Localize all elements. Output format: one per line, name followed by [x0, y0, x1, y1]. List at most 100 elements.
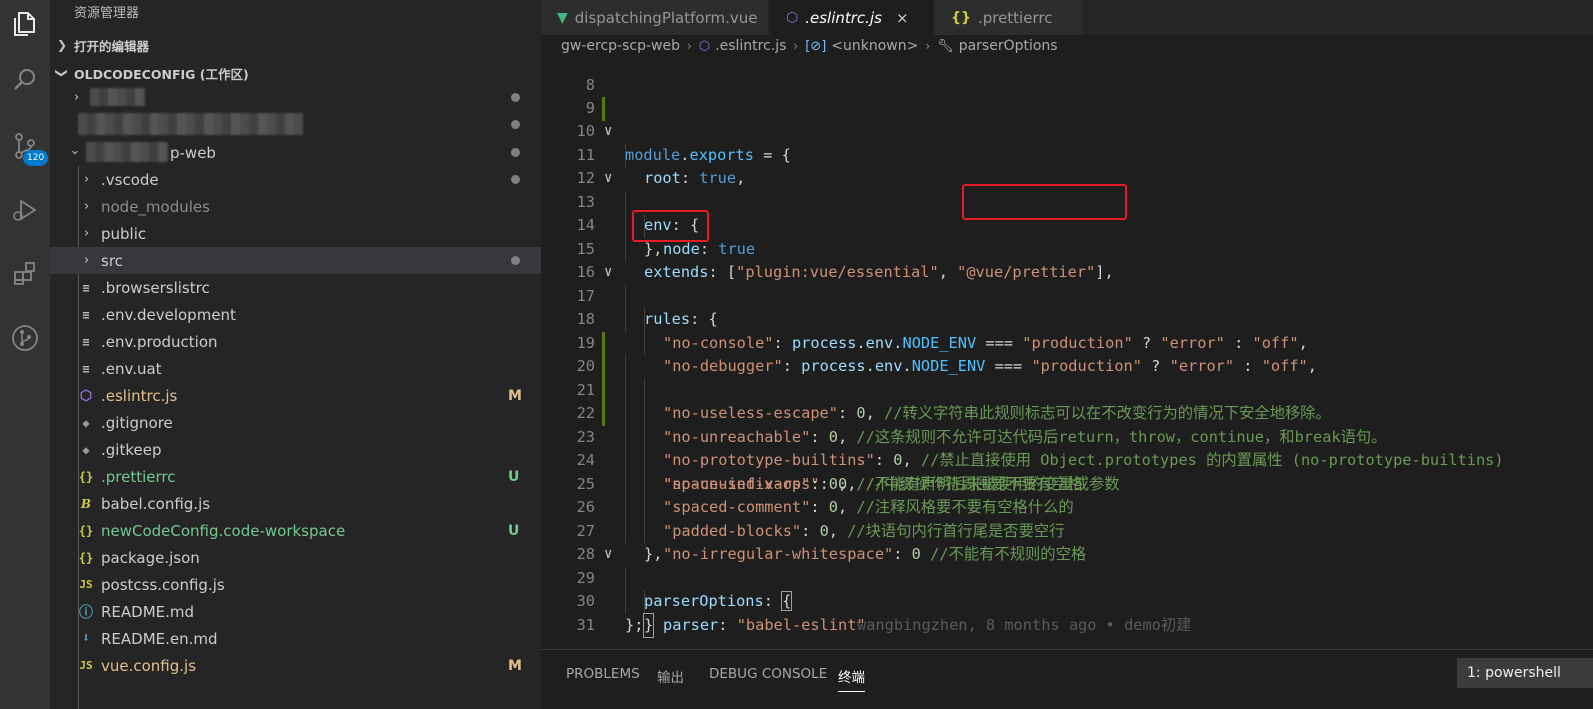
bottom-panel: PROBLEMS 输出 DEBUG CONSOLE 终端 1: powershe…	[541, 649, 1593, 709]
code-line: 24 "padded-blocks": 0, //块语句内行首行尾是否要空行	[576, 451, 1065, 540]
sidebar-title: 资源管理器	[74, 6, 140, 21]
tree-item-prettierrc[interactable]: {} .prettierrc U	[50, 463, 541, 490]
code-line: 10 root: true,	[576, 122, 746, 187]
tree-item-readme[interactable]: ⓘ README.md	[50, 598, 541, 625]
code-line: 30 };	[576, 592, 644, 634]
tree-item-node-modules[interactable]: › node_modules	[50, 193, 541, 220]
git-status-untracked: U	[508, 522, 520, 539]
chevron-right-icon: ›	[74, 90, 80, 105]
tab-problems[interactable]: PROBLEMS	[566, 666, 640, 682]
wrench-icon: 🔧︎	[937, 38, 954, 54]
tree-item-env-production[interactable]: ≡ .env.production	[50, 328, 541, 355]
tree-item-postcss-config[interactable]: JS postcss.config.js	[50, 571, 541, 598]
activity-bar: 120	[0, 0, 50, 709]
chevron-right-icon: ›	[84, 226, 90, 241]
tree-item-babel-config[interactable]: B babel.config.js	[50, 490, 541, 517]
code-line: 21 "no-unused-vars": 0, //不能有声明后未被使用的变量或…	[576, 380, 1120, 493]
tree-item-readme-en[interactable]: ⬇ README.en.md	[50, 625, 541, 652]
chevron-right-icon: ›	[925, 39, 931, 53]
highlight-box-vue-prettier	[962, 184, 1127, 220]
tree-item-vscode[interactable]: › .vscode	[50, 166, 541, 193]
tree-item-browserslistrc[interactable]: ≡ .browserslistrc	[50, 274, 541, 301]
run-debug-icon[interactable]	[0, 186, 50, 234]
tree-folder-project[interactable]: › p-web	[50, 139, 541, 166]
eslint-icon: ⬡	[786, 9, 799, 26]
code-editor[interactable]: 8 9 ∨ module.exports = { 10 root: true, …	[541, 57, 1593, 649]
code-line: 9 ∨ module.exports = {	[585, 98, 791, 164]
modified-dot	[511, 148, 520, 157]
tab-terminal[interactable]: 终端	[838, 666, 865, 692]
tree-item-eslintrc[interactable]: ⬡ .eslintrc.js M	[50, 382, 541, 409]
redacted-name	[78, 113, 303, 135]
scm-badge: 120	[23, 150, 49, 166]
tree-folder-redacted-1[interactable]: ›	[50, 84, 541, 111]
lines-icon: ≡	[82, 280, 90, 295]
tree-item-env-development[interactable]: ≡ .env.development	[50, 301, 541, 328]
code-line: 27 ∨ parserOptions: { wangbingzhen, 8 mo…	[541, 496, 1593, 634]
breadcrumb-root[interactable]: gw-ercp-scp-web	[561, 38, 680, 54]
chevron-right-icon: ›	[686, 39, 692, 53]
code-line: 18 "no-useless-escape": 0, //转义字符串此规则标志可…	[576, 310, 1331, 422]
source-control-icon[interactable]: 120	[0, 122, 50, 170]
git-graph-icon[interactable]	[0, 314, 50, 362]
tree-item-src[interactable]: › src	[50, 247, 541, 274]
braces-icon: {}	[78, 469, 94, 484]
redacted-name	[86, 142, 168, 162]
tab-debug-console[interactable]: DEBUG CONSOLE	[709, 666, 827, 682]
js-icon: JS	[79, 659, 93, 672]
braces-icon: {}	[951, 9, 971, 26]
modified-dot	[511, 175, 520, 184]
eslint-icon: ⬡	[79, 387, 93, 404]
tree-item-env-uat[interactable]: ≡ .env.uat	[50, 355, 541, 382]
breadcrumb-file[interactable]: .eslintrc.js	[715, 38, 786, 54]
eslint-icon: ⬡	[698, 38, 711, 54]
tab-dispatching-platform[interactable]: ▼ dispatchingPlatform.vue	[541, 0, 769, 35]
workspace-section[interactable]: ❯ OLDCODECONFIG (工作区)	[50, 61, 541, 85]
tree-item-vue-config[interactable]: JS vue.config.js M	[50, 652, 541, 679]
project-name-suffix: p-web	[170, 143, 216, 162]
git-status-modified: M	[508, 657, 522, 674]
tree-item-gitignore[interactable]: ◆ .gitignore	[50, 409, 541, 436]
tree-item-workspace-file[interactable]: {} newCodeConfig.code-workspace U	[50, 517, 541, 544]
git-status-modified: M	[508, 387, 522, 404]
lines-icon: ≡	[82, 334, 90, 349]
tab-prettierrc[interactable]: {} .prettierrc	[935, 0, 1083, 35]
chevron-down-icon: ❯	[55, 67, 69, 79]
symbol-variable-icon: [⊘]	[805, 38, 827, 54]
code-line: 17 "no-debugger": process.env.NODE_ENV =…	[576, 286, 1317, 376]
extensions-icon[interactable]	[0, 250, 50, 298]
tree-item-gitkeep[interactable]: ◆ .gitkeep	[50, 436, 541, 463]
breadcrumb: gw-ercp-scp-web › ⬡ .eslintrc.js › [⊘] <…	[541, 35, 1593, 57]
terminal-select[interactable]: 1: powershell	[1457, 658, 1593, 688]
explorer-icon[interactable]	[0, 0, 50, 48]
code-line: 19 "no-unreachable": 0, //这条规则不允许可达代码后re…	[576, 333, 1387, 446]
vue-icon: ▼	[557, 9, 568, 26]
info-icon: ⓘ	[79, 604, 93, 621]
code-line: 22 "space-infix-ops": 0, //中缀操作符周围要不要有空格	[576, 404, 1083, 493]
code-line: 31	[576, 615, 595, 634]
search-icon[interactable]	[0, 56, 50, 104]
highlight-box-rules	[632, 210, 709, 242]
tab-eslintrc[interactable]: ⬡ .eslintrc.js ×	[770, 0, 934, 35]
code-line: 28 parser: "babel-eslint"	[576, 545, 866, 634]
close-icon[interactable]: ×	[896, 9, 909, 27]
redacted-name	[90, 88, 145, 106]
tree-item-public[interactable]: › public	[50, 220, 541, 247]
git-status-untracked: U	[508, 468, 520, 485]
breadcrumb-symbol[interactable]: parserOptions	[959, 38, 1058, 54]
tree-folder-redacted-2[interactable]	[50, 111, 541, 138]
code-line: 29 }	[541, 543, 1593, 638]
tab-output[interactable]: 输出	[657, 666, 684, 686]
open-editors-section[interactable]: ❯ 打开的编辑器	[50, 33, 541, 57]
editor-tabs: ▼ dispatchingPlatform.vue ⬡ .eslintrc.js…	[541, 0, 1593, 35]
explorer-sidebar: 资源管理器 ❯ 打开的编辑器 ❯ OLDCODECONFIG (工作区) › ›…	[50, 0, 541, 709]
breadcrumb-scope[interactable]: <unknown>	[831, 38, 918, 54]
modified-dot	[511, 120, 520, 129]
code-line: 25 "no-irregular-whitespace": 0 //不能有不规则…	[576, 474, 1087, 564]
chevron-down-icon: ›	[67, 149, 83, 156]
babel-icon: B	[80, 496, 92, 511]
js-icon: JS	[79, 578, 93, 591]
chevron-right-icon: ›	[84, 199, 90, 214]
tree-item-package-json[interactable]: {} package.json	[50, 544, 541, 571]
lines-icon: ≡	[82, 307, 90, 322]
